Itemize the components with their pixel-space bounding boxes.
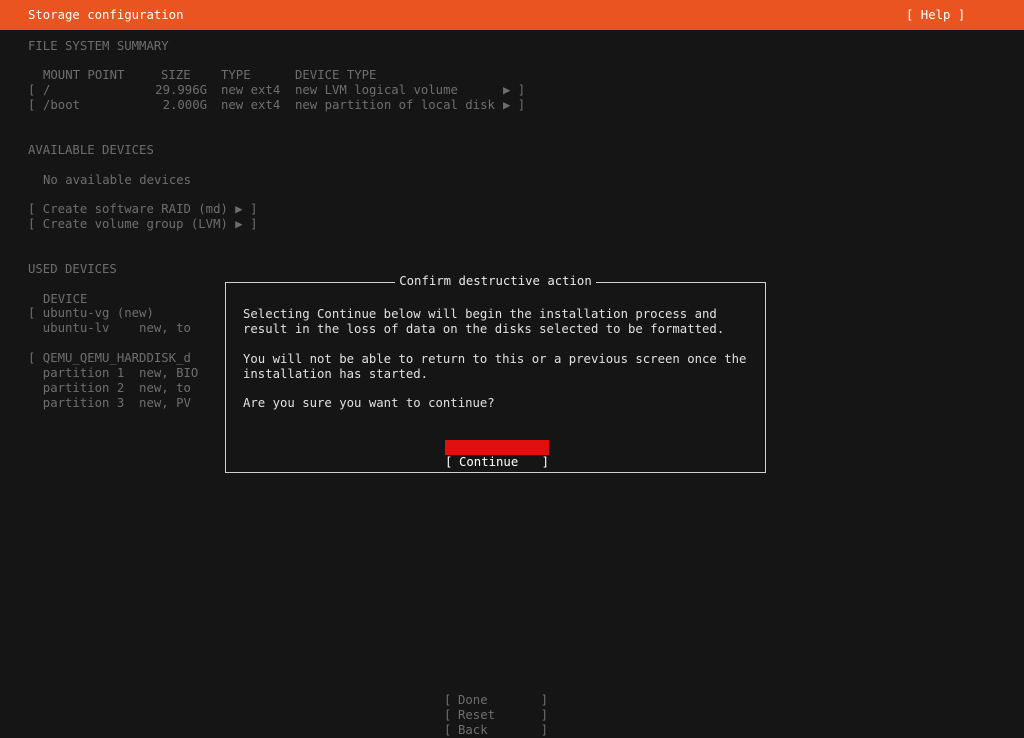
reset-button[interactable]: [Reset] — [444, 693, 548, 722]
dialog-message-line-1: Selecting Continue below will begin the … — [243, 307, 717, 321]
fs-type: new ext4 — [221, 98, 281, 112]
page-title: Storage configuration — [28, 8, 184, 22]
used-device-partition-3: partition 3 new, PV — [28, 396, 191, 410]
create-raid-button[interactable]: [ Create software RAID (md) ▶ ] — [28, 202, 258, 217]
create-volume-group-button[interactable]: [ Create volume group (LVM) ▶ ] — [28, 217, 258, 232]
no-devices-text: No available devices — [43, 173, 192, 187]
fs-summary-heading: FILE SYSTEM SUMMARY — [28, 39, 169, 53]
help-button[interactable]: [ Help ] — [906, 8, 965, 23]
row-menu-arrow-icon[interactable]: ▶ ] — [503, 98, 525, 113]
no-button[interactable]: [No] — [445, 425, 549, 454]
mount-point: / — [43, 83, 51, 97]
dialog-title-text: Confirm destructive action — [395, 274, 596, 288]
used-device-lv: ubuntu-lv new, to — [28, 321, 191, 335]
dialog-message-line-2: result in the loss of data on the disks … — [243, 322, 725, 336]
col-type: TYPE — [221, 68, 251, 82]
available-devices-heading: AVAILABLE DEVICES — [28, 143, 154, 157]
device-type: new partition of local disk — [295, 98, 495, 112]
used-devices-heading: USED DEVICES — [28, 262, 117, 276]
dialog-title: Confirm destructive action — [226, 274, 765, 289]
header-bar: Storage configuration [ Help ] — [0, 0, 1024, 30]
dialog-message-line-3: You will not be able to return to this o… — [243, 352, 747, 366]
back-button[interactable]: [Back] — [444, 708, 548, 737]
row-menu-arrow-icon[interactable]: ▶ ] — [503, 83, 525, 98]
used-device-partition-1: partition 1 new, BIO — [28, 366, 199, 380]
row-bracket: [ — [28, 83, 36, 97]
col-size: SIZE — [161, 68, 191, 82]
col-mount-point: MOUNT POINT — [43, 68, 125, 82]
fs-type: new ext4 — [221, 83, 281, 97]
used-device-vg[interactable]: [ ubuntu-vg (new) — [28, 306, 154, 321]
continue-button[interactable]: [Continue] — [445, 440, 549, 469]
dialog-message-line-4: installation has started. — [243, 367, 429, 381]
col-device-type: DEVICE TYPE — [295, 68, 377, 82]
device-type: new LVM logical volume — [295, 83, 458, 97]
continue-button-label: Continue — [459, 455, 519, 469]
row-bracket: [ — [28, 98, 36, 112]
col-device: DEVICE — [43, 292, 88, 306]
used-device-disk[interactable]: [ QEMU_QEMU_HARDDISK_d — [28, 351, 191, 366]
size: 29.996G — [155, 83, 207, 97]
back-button-label: Back — [458, 723, 488, 737]
size: 2.000G — [162, 98, 207, 112]
dialog-question: Are you sure you want to continue? — [243, 396, 495, 410]
used-device-partition-2: partition 2 new, to — [28, 381, 191, 395]
confirm-dialog: Confirm destructive action Selecting Con… — [225, 274, 766, 473]
mount-point: /boot — [43, 98, 81, 112]
done-button[interactable]: [Done] — [444, 678, 548, 707]
